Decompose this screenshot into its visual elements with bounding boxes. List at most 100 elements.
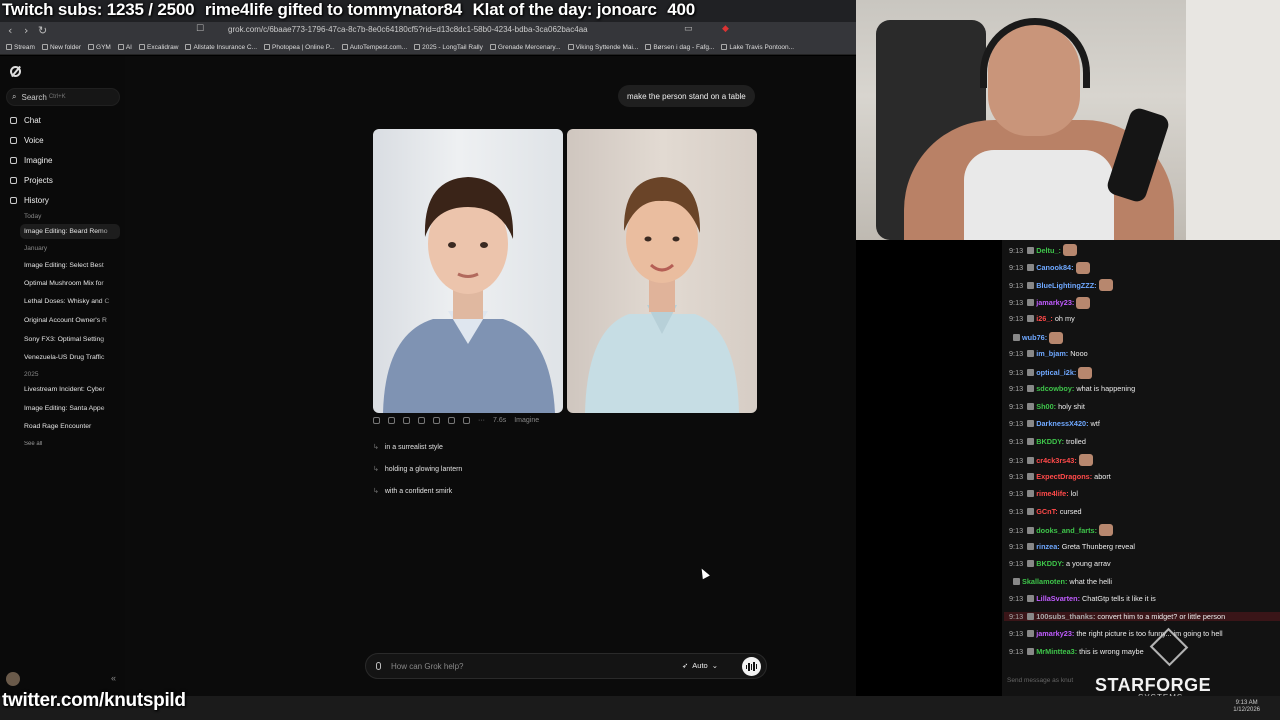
history-item[interactable]: Sony FX3: Optimal Setting — [24, 336, 118, 343]
bookmark-item[interactable]: AI — [117, 44, 132, 51]
bookmark-item[interactable]: New folder — [41, 44, 81, 51]
chat-username[interactable]: jamarky23: — [1036, 298, 1074, 307]
bookmark-item[interactable]: Stream — [6, 44, 35, 51]
copy-icon[interactable] — [418, 417, 425, 424]
suggestion-item[interactable]: ↳ in a surrealist style — [373, 443, 443, 452]
url-field[interactable]: grok.com/c/6baae773-1796-47ca-8c7b-8e0c6… — [228, 25, 588, 34]
bookmark-item[interactable]: Viking Syttende Mai... — [567, 44, 638, 51]
history-item[interactable]: Lethal Doses: Whisky and C — [24, 298, 118, 305]
share-icon[interactable] — [433, 417, 440, 424]
generated-image-left[interactable] — [373, 129, 563, 413]
collapse-sidebar-icon[interactable]: « — [111, 673, 116, 683]
chat-username[interactable]: im_bjam: — [1036, 349, 1068, 358]
bookmark-item[interactable]: Excalidraw — [139, 44, 178, 51]
sidebar-item-chat[interactable]: Chat — [10, 116, 41, 125]
back-icon[interactable]: ‹ — [8, 24, 12, 37]
see-all-link[interactable]: See all — [24, 441, 118, 447]
chat-username[interactable]: ExpectDragons: — [1036, 472, 1092, 481]
history-item[interactable]: Image Editing: Select Best — [24, 262, 118, 269]
suggestion-item[interactable]: ↳ with a confident smirk — [373, 487, 452, 496]
bookmark-item[interactable]: Grenade Mercenary... — [489, 44, 561, 51]
chat-username[interactable]: cr4ck3rs43: — [1036, 456, 1077, 465]
chat-text: abort — [1094, 471, 1111, 481]
history-item[interactable]: Road Rage Encounter — [24, 423, 118, 430]
sidebar-item-history[interactable]: History — [10, 196, 49, 205]
boy-portrait-image — [383, 177, 555, 413]
webcam-streamer-shirt — [964, 150, 1114, 240]
chat-username[interactable]: GCnT: — [1036, 507, 1057, 516]
chat-username[interactable]: Skallamoten: — [1022, 577, 1067, 586]
chat-username[interactable]: sdcowboy: — [1036, 384, 1074, 393]
history-item[interactable]: Venezuela-US Drug Traffic — [24, 354, 118, 361]
chat-username[interactable]: DarknessX420: — [1036, 419, 1088, 428]
sidebar-item-label: History — [24, 196, 49, 205]
bookmark-item[interactable]: Lake Travis Pontoon... — [721, 44, 794, 51]
chat-username[interactable]: rime4life: — [1036, 489, 1068, 498]
bookmark-item[interactable]: Allstate Insurance C... — [185, 44, 257, 51]
chat-username[interactable]: BlueLightingZZZ: — [1036, 281, 1096, 290]
avatar[interactable] — [6, 672, 20, 686]
sidebar-item-voice[interactable]: Voice — [10, 136, 44, 145]
reload-icon[interactable]: ↻ — [38, 24, 47, 37]
suggestion-item[interactable]: ↳ holding a glowing lantern — [373, 465, 462, 474]
more-icon[interactable]: ··· — [478, 417, 485, 424]
thumbs-down-icon[interactable] — [463, 417, 470, 424]
brave-shield-icon[interactable]: ◆ — [722, 24, 729, 34]
klat-count: 400 — [667, 0, 695, 19]
chat-username[interactable]: BKDDY: — [1036, 559, 1064, 568]
chat-username[interactable]: Sh00: — [1036, 402, 1056, 411]
chat-username[interactable]: Deltu_: — [1036, 246, 1061, 255]
bookmark-item[interactable]: Photopea | Online P... — [264, 44, 335, 51]
bookmark-item[interactable]: 2025 - LongTail Rally — [414, 44, 483, 51]
chat-message: 9:13 rime4life: lol — [1009, 489, 1078, 498]
chat-message: 9:13 cr4ck3rs43: — [1009, 454, 1095, 466]
chat-timestamp: 9:13 — [1009, 349, 1024, 358]
chat-timestamp: 9:13 — [1009, 611, 1024, 621]
mode-select[interactable]: ➶ Auto ⌄ — [682, 661, 718, 670]
comment-icon[interactable] — [403, 417, 410, 424]
chat-input[interactable]: Send message as knut — [1007, 677, 1073, 684]
chat-username[interactable]: LillaSvarten: — [1036, 594, 1080, 603]
klat-of-day: Klat of the day: jonoarc — [472, 0, 657, 19]
history-item[interactable]: Livestream Incident: Cyber — [24, 386, 118, 393]
sidebar-item-projects[interactable]: Projects — [10, 176, 53, 185]
suggestion-arrow-icon: ↳ — [373, 444, 379, 451]
bookmark-label: Allstate Insurance C... — [193, 43, 258, 51]
voice-mode-button[interactable] — [742, 657, 761, 676]
bookmark-item[interactable]: Børsen i dag - Fafg... — [645, 44, 714, 51]
bookmark-icon[interactable]: ☐ — [196, 24, 204, 34]
chat-username[interactable]: dooks_and_farts: — [1036, 526, 1097, 535]
history-group-january: January — [24, 245, 48, 252]
attach-icon[interactable] — [376, 662, 381, 670]
chat-username[interactable]: rinzea: — [1036, 542, 1060, 551]
sidebar-item-imagine[interactable]: Imagine — [10, 156, 52, 165]
forward-icon[interactable]: › — [24, 24, 28, 37]
chat-text: the right picture is too funny... im goi… — [1076, 629, 1223, 638]
chat-username[interactable]: optical_i2k: — [1036, 368, 1076, 377]
chat-username[interactable]: MrMinttea3: — [1036, 647, 1077, 656]
history-item[interactable]: Optimal Mushroom Mix for — [24, 280, 118, 287]
suggestion-arrow-icon: ↳ — [373, 466, 379, 473]
bookmark-favicon-icon — [567, 44, 574, 50]
chat-username[interactable]: i26_: — [1036, 314, 1053, 323]
bookmark-item[interactable]: GYM — [88, 44, 111, 51]
prompt-input[interactable] — [391, 659, 671, 673]
extensions-icon[interactable]: ▭ — [684, 24, 693, 34]
history-item[interactable]: Image Editing: Santa Appe — [24, 405, 118, 412]
chat-username[interactable]: 100subs_thanks: — [1036, 612, 1095, 621]
regenerate-icon[interactable] — [373, 417, 380, 424]
search-input[interactable]: ⌕ Search Ctrl+K — [6, 88, 120, 106]
history-item[interactable]: Original Account Owner's R — [24, 317, 118, 324]
history-item[interactable]: Image Editing: Beard Remo — [24, 228, 118, 235]
chat-badge-icon — [1027, 456, 1035, 464]
chat-username[interactable]: BKDDY: — [1036, 437, 1064, 446]
generated-image-right[interactable] — [567, 129, 757, 413]
bookmark-item[interactable]: AutoTempest.com... — [341, 44, 407, 51]
grok-logo-icon[interactable] — [10, 66, 21, 77]
chat-username[interactable]: Canook84: — [1036, 263, 1073, 272]
chat-username[interactable]: wub76: — [1022, 333, 1047, 342]
chat-username[interactable]: jamarky23: — [1036, 629, 1074, 638]
chat-badge-icon — [1027, 385, 1035, 392]
thumbs-up-icon[interactable] — [448, 417, 455, 424]
speaker-icon[interactable] — [388, 417, 395, 424]
